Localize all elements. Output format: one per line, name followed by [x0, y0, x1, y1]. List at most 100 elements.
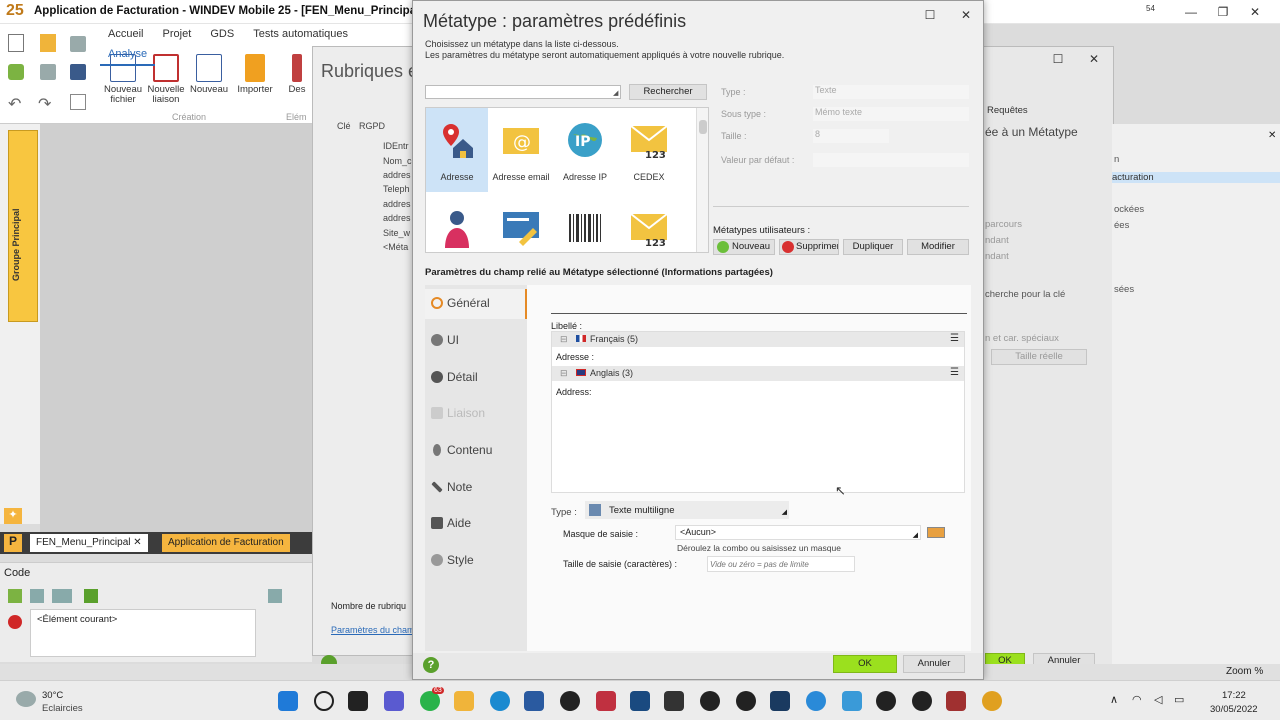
pin-icon[interactable]: ✦: [4, 508, 22, 524]
nav-contenu[interactable]: Contenu: [425, 436, 527, 466]
rp-item[interactable]: ées: [1114, 220, 1129, 231]
restore-icon[interactable]: ❐: [1208, 0, 1238, 24]
menu-icon[interactable]: ☰: [950, 333, 959, 344]
code-tool-icon[interactable]: [8, 589, 22, 603]
close-icon[interactable]: ✕: [1268, 130, 1276, 141]
collapse-icon[interactable]: ⊟: [560, 334, 568, 345]
current-element-box[interactable]: <Élément courant>: [30, 609, 256, 657]
gallery-item[interactable]: 123: [618, 196, 680, 252]
windev-icon[interactable]: [770, 691, 790, 711]
nav-style[interactable]: Style: [425, 546, 527, 576]
minimize-icon[interactable]: —: [1176, 0, 1206, 24]
groupe-principal-tab[interactable]: Groupe Principal: [8, 130, 38, 322]
app-icon[interactable]: [630, 691, 650, 711]
speaker-icon[interactable]: ◁: [1154, 693, 1162, 706]
help-icon[interactable]: ?: [423, 657, 439, 673]
gallery-item-ip[interactable]: IP Adresse IP: [554, 108, 616, 192]
menu-accueil[interactable]: Accueil: [100, 24, 151, 44]
type-select[interactable]: Texte multiligne ◢: [585, 501, 789, 519]
tab-requetes[interactable]: Requêtes: [987, 105, 1028, 116]
ok-button[interactable]: OK: [833, 655, 897, 673]
chrome-icon[interactable]: [982, 691, 1002, 711]
gallery-item[interactable]: [426, 196, 488, 252]
store-icon[interactable]: [524, 691, 544, 711]
modifier-button[interactable]: Modifier: [907, 239, 969, 255]
layout-icon[interactable]: [70, 94, 86, 110]
nav-general[interactable]: Général: [425, 289, 527, 319]
libelle-fr-value[interactable]: Adresse :: [556, 352, 594, 362]
lang-bar-en[interactable]: ⊟ Anglais (3) ☰: [552, 366, 964, 381]
gallery-item-cedex[interactable]: 123 CEDEX: [618, 108, 680, 192]
weather-icon[interactable]: [16, 691, 36, 707]
redo-icon[interactable]: ↷: [38, 94, 51, 114]
code-tool-icon[interactable]: [52, 589, 72, 603]
tab-fen-menu-principal[interactable]: FEN_Menu_Principal ✕: [30, 534, 148, 552]
code-tool-icon[interactable]: [30, 589, 44, 603]
task-view-icon[interactable]: [348, 691, 368, 711]
close-icon[interactable]: ✕: [951, 3, 981, 27]
edge-icon[interactable]: [490, 691, 510, 711]
dupliquer-button[interactable]: Dupliquer: [843, 239, 903, 255]
supprimer-button[interactable]: Supprimer: [779, 239, 839, 255]
menu-projet[interactable]: Projet: [155, 24, 200, 44]
gallery-item-email[interactable]: @ Adresse email: [490, 108, 552, 192]
windev-26-icon[interactable]: [700, 691, 720, 711]
menu-tests[interactable]: Tests automatiques: [245, 24, 356, 44]
libelle-en-value[interactable]: Address:: [556, 387, 592, 397]
rechercher-button[interactable]: Rechercher: [629, 84, 707, 100]
close-icon[interactable]: ✕: [1240, 0, 1270, 24]
libelle-editor[interactable]: ⊟ Français (5) ☰ Adresse : ⊟ Anglais (3)…: [551, 331, 965, 493]
clock-time[interactable]: 17:22: [1222, 690, 1246, 701]
annuler-button[interactable]: Annuler: [903, 655, 965, 673]
maximize-icon[interactable]: ☐: [915, 3, 945, 27]
windows-start-icon[interactable]: [278, 691, 298, 711]
nav-note[interactable]: Note: [425, 473, 527, 503]
teams-icon[interactable]: [384, 691, 404, 711]
p-icon[interactable]: P: [4, 534, 22, 552]
app-icon[interactable]: [912, 691, 932, 711]
close-icon[interactable]: ✕: [133, 537, 141, 548]
close-icon[interactable]: ✕: [1079, 47, 1109, 71]
code-tool-icon[interactable]: [268, 589, 282, 603]
scroll-thumb[interactable]: [699, 120, 707, 134]
menu-icon[interactable]: ☰: [950, 367, 959, 378]
save-icon[interactable]: [70, 36, 86, 52]
nav-detail[interactable]: Détail: [425, 363, 527, 393]
tray-chevron-icon[interactable]: ∧: [1110, 693, 1118, 706]
search-input[interactable]: [425, 85, 621, 99]
app-icon[interactable]: [876, 691, 896, 711]
messenger-icon[interactable]: [806, 691, 826, 711]
rp-item[interactable]: n: [1114, 154, 1119, 165]
gallery-scrollbar[interactable]: [696, 108, 708, 252]
rp-item[interactable]: sées: [1114, 284, 1134, 295]
window-icon[interactable]: [70, 64, 86, 80]
menu-analyse[interactable]: Analyse: [100, 44, 156, 66]
nav-ui[interactable]: UI: [425, 326, 527, 356]
importer-button[interactable]: Importer: [232, 54, 278, 95]
taille-reelle-button[interactable]: Taille réelle: [991, 349, 1087, 365]
gallery-item[interactable]: [554, 196, 616, 252]
maximize-icon[interactable]: ☐: [1043, 47, 1073, 71]
masque-combo[interactable]: <Aucun> ◢: [675, 525, 921, 540]
windev-icon[interactable]: [664, 691, 684, 711]
device-icon[interactable]: [40, 64, 56, 80]
undo-icon[interactable]: ↶: [8, 94, 21, 114]
open-folder-icon[interactable]: [40, 34, 56, 52]
masque-flag-icon[interactable]: [927, 527, 945, 538]
menu-gds[interactable]: GDS: [202, 24, 242, 44]
remove-icon[interactable]: [8, 615, 22, 629]
code-add-icon[interactable]: [84, 589, 98, 603]
app-icon[interactable]: [560, 691, 580, 711]
tab-application-facturation[interactable]: Application de Facturation: [162, 534, 290, 552]
explorer-icon[interactable]: [454, 691, 474, 711]
collapse-icon[interactable]: ⊟: [560, 368, 568, 379]
windev-26-icon[interactable]: [736, 691, 756, 711]
wifi-icon[interactable]: ◠: [1132, 693, 1142, 706]
nouveau-button[interactable]: Nouveau: [186, 54, 232, 95]
clock-date[interactable]: 30/05/2022: [1210, 704, 1258, 715]
battery-icon[interactable]: ▭: [1174, 693, 1184, 706]
whatsapp-icon[interactable]: [420, 691, 440, 711]
search-icon[interactable]: [314, 691, 334, 711]
new-file-icon[interactable]: [8, 34, 24, 52]
parametres-link[interactable]: Paramètres du cham: [331, 625, 415, 635]
